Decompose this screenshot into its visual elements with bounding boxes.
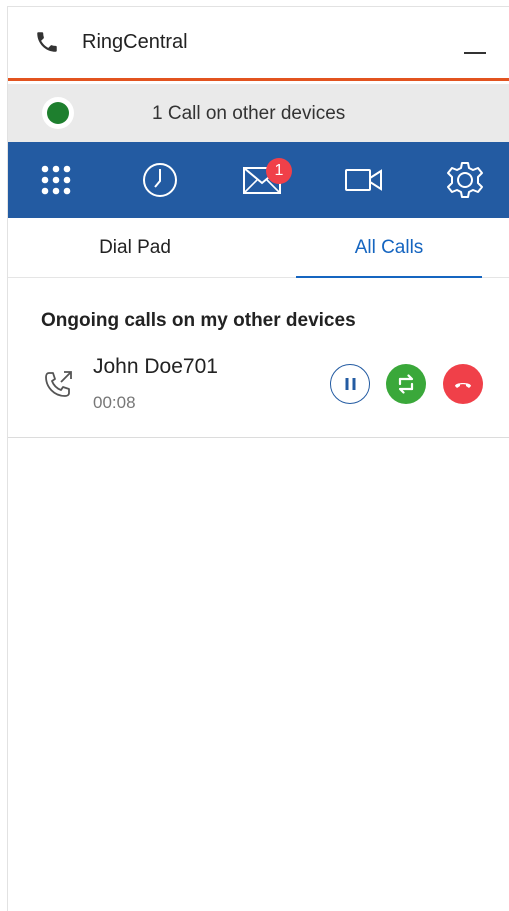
status-dot [47,102,69,124]
video-icon[interactable] [344,160,384,200]
app-header: RingCentral [8,7,509,81]
outgoing-call-icon [45,371,72,397]
pause-icon [345,378,356,390]
flip-icon [398,374,414,394]
hangup-button[interactable] [443,364,483,404]
dialpad-icon[interactable] [36,160,76,200]
call-duration: 00:08 [93,393,136,412]
tab-dial-pad[interactable]: Dial Pad [8,218,262,278]
settings-icon[interactable] [445,160,485,200]
phone-icon [37,32,57,52]
call-status-bar[interactable]: 1 Call on other devices [8,84,509,142]
ongoing-calls-heading: Ongoing calls on my other devices [41,310,356,331]
hangup-icon [455,383,471,388]
app-window: RingCentral 1 Call on other devices 1 Di… [7,6,509,911]
minimize-button[interactable] [464,52,486,54]
status-text: 1 Call on other devices [152,103,346,124]
unread-badge: 1 [266,158,292,184]
app-title: RingCentral [82,31,188,53]
status-indicator [42,97,74,129]
flip-button[interactable] [386,364,426,404]
hold-button[interactable] [330,364,370,404]
history-icon[interactable] [140,160,180,200]
tab-all-calls[interactable]: All Calls [296,218,482,278]
call-tabs: Dial Pad All Calls [8,218,509,278]
call-row[interactable]: John Doe701 00:08 [8,347,509,438]
main-toolbar: 1 [8,142,509,218]
caller-name: John Doe701 [93,355,218,378]
